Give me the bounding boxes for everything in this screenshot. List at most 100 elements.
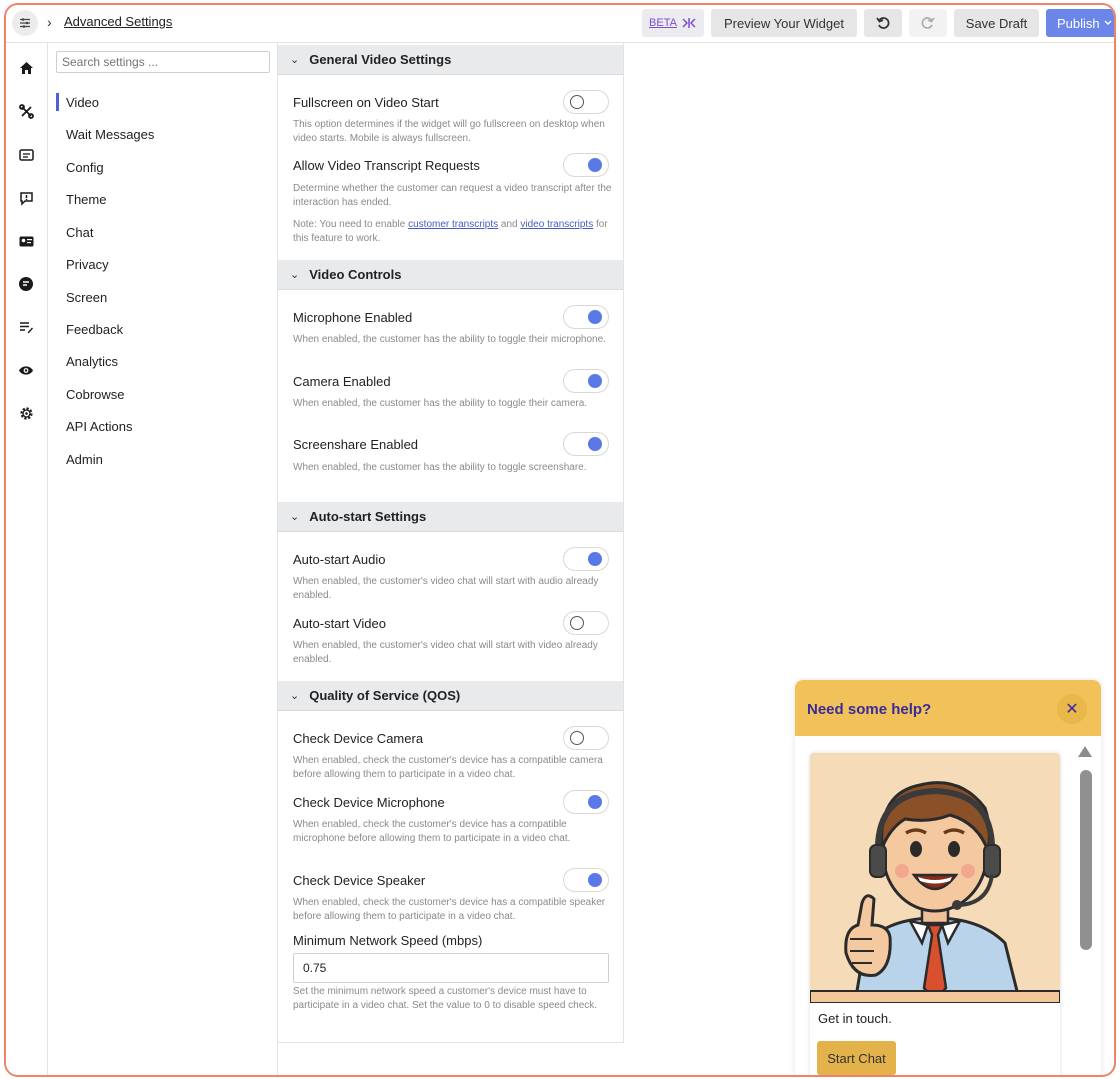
nav-item-wait-messages[interactable]: Wait Messages — [66, 127, 154, 142]
check-microphone-desc: When enabled, check the customer's devic… — [293, 819, 571, 844]
publish-button[interactable]: Publish — [1046, 9, 1114, 37]
beta-label: BETA — [649, 17, 677, 29]
gear-icon[interactable] — [17, 404, 35, 422]
save-draft-button[interactable]: Save Draft — [954, 9, 1039, 37]
check-camera-desc: When enabled, check the customer's devic… — [293, 755, 603, 780]
breadcrumb[interactable]: Advanced Settings — [64, 14, 172, 29]
autostart-audio-label: Auto-start Audio — [293, 552, 386, 567]
undo-button[interactable] — [864, 9, 902, 37]
screenshare-desc: When enabled, the customer has the abili… — [293, 462, 587, 473]
nav-item-api-actions[interactable]: API Actions — [66, 419, 132, 434]
chevron-right-icon: › — [47, 14, 52, 30]
nav-item-config[interactable]: Config — [66, 160, 104, 175]
transcript-toggle[interactable] — [563, 153, 609, 177]
widget-card: Get in touch. Start Chat — [810, 753, 1060, 1075]
nav-item-chat[interactable]: Chat — [66, 225, 93, 240]
autostart-audio-desc: When enabled, the customer's video chat … — [293, 576, 599, 601]
edit-note-icon[interactable] — [17, 318, 35, 336]
eye-icon[interactable] — [17, 361, 35, 379]
search-settings-input[interactable] — [56, 51, 270, 73]
section-general-header[interactable]: ⌄ General Video Settings — [278, 45, 623, 75]
settings-nav: Video Wait Messages Config Theme Chat Pr… — [48, 43, 278, 1075]
video-card-icon[interactable] — [17, 146, 35, 164]
widget-header: Need some help? ✕ — [795, 680, 1101, 736]
section-title: Auto-start Settings — [309, 509, 427, 524]
support-agent-illustration — [810, 753, 1060, 1005]
start-chat-button[interactable]: Start Chat — [817, 1041, 896, 1075]
transcript-note: Note: You need to enable customer transc… — [293, 219, 608, 244]
chat-widget-preview: Need some help? ✕ Get in touch. Start Ch… — [795, 680, 1101, 1075]
screenshare-toggle[interactable] — [563, 432, 609, 456]
nav-item-theme[interactable]: Theme — [66, 192, 106, 207]
integrations-icon[interactable] — [17, 102, 35, 120]
autostart-video-toggle[interactable] — [563, 611, 609, 635]
autostart-audio-toggle[interactable] — [563, 547, 609, 571]
nav-item-feedback[interactable]: Feedback — [66, 322, 123, 337]
min-speed-input[interactable]: 0.75 — [293, 953, 609, 983]
check-speaker-label: Check Device Speaker — [293, 873, 426, 888]
nav-item-video[interactable]: Video — [66, 95, 99, 110]
microphone-label: Microphone Enabled — [293, 310, 413, 325]
chevron-down-icon: ⌄ — [290, 54, 300, 66]
chevron-down-icon: ⌄ — [290, 511, 300, 523]
feedback-alert-icon[interactable] — [17, 189, 35, 207]
app-frame: › Advanced Settings BETA Preview Your Wi… — [4, 3, 1116, 1077]
check-speaker-toggle[interactable] — [563, 868, 609, 892]
microphone-toggle[interactable] — [563, 305, 609, 329]
check-microphone-toggle[interactable] — [563, 790, 609, 814]
nav-item-screen[interactable]: Screen — [66, 290, 107, 305]
chevron-down-icon: ⌄ — [290, 269, 300, 281]
home-icon[interactable] — [17, 59, 35, 77]
chevron-down-icon — [1104, 20, 1112, 25]
autostart-video-label: Auto-start Video — [293, 616, 386, 631]
publish-label: Publish — [1057, 15, 1100, 31]
widget-title: Need some help? — [807, 701, 932, 718]
screenshare-label: Screenshare Enabled — [293, 437, 419, 452]
id-card-icon[interactable] — [17, 232, 35, 250]
min-speed-label: Minimum Network Speed (mbps) — [293, 933, 483, 948]
min-speed-desc: Set the minimum network speed a customer… — [293, 986, 598, 1011]
camera-desc: When enabled, the customer has the abili… — [293, 398, 588, 409]
scroll-up-arrow-icon[interactable] — [1078, 746, 1092, 757]
undo-icon — [876, 17, 890, 29]
check-microphone-label: Check Device Microphone — [293, 795, 445, 810]
check-speaker-desc: When enabled, check the customer's devic… — [293, 897, 606, 922]
beta-button[interactable]: BETA — [642, 9, 704, 37]
close-icon[interactable]: ✕ — [1057, 694, 1087, 724]
icon-rail — [6, 43, 48, 1075]
chevron-down-icon: ⌄ — [290, 690, 300, 702]
sparkle-icon — [682, 18, 696, 28]
transcript-label: Allow Video Transcript Requests — [293, 158, 480, 173]
nav-item-privacy[interactable]: Privacy — [66, 257, 109, 272]
section-title: Quality of Service (QOS) — [309, 688, 461, 703]
section-qos-header[interactable]: ⌄ Quality of Service (QOS) — [278, 681, 623, 711]
camera-toggle[interactable] — [563, 369, 609, 393]
autostart-video-desc: When enabled, the customer's video chat … — [293, 640, 598, 665]
widget-text: Get in touch. — [818, 1011, 892, 1026]
microphone-desc: When enabled, the customer has the abili… — [293, 334, 606, 345]
nav-item-cobrowse[interactable]: Cobrowse — [66, 387, 125, 402]
active-indicator — [56, 93, 59, 111]
redo-button[interactable] — [909, 9, 947, 37]
section-title: Video Controls — [309, 267, 402, 282]
menu-icon[interactable] — [12, 10, 38, 36]
video-transcripts-link[interactable]: video transcripts — [520, 219, 593, 230]
chat-bubble-icon[interactable] — [17, 275, 35, 293]
fullscreen-label: Fullscreen on Video Start — [293, 95, 439, 110]
check-camera-label: Check Device Camera — [293, 731, 424, 746]
nav-item-admin[interactable]: Admin — [66, 452, 103, 467]
top-bar: › Advanced Settings BETA Preview Your Wi… — [6, 5, 1114, 43]
camera-label: Camera Enabled — [293, 374, 391, 389]
preview-widget-button[interactable]: Preview Your Widget — [711, 9, 857, 37]
settings-panel: ⌄ General Video Settings Fullscreen on V… — [278, 43, 624, 1043]
section-autostart-header[interactable]: ⌄ Auto-start Settings — [278, 502, 623, 532]
transcript-desc: Determine whether the customer can reque… — [293, 183, 612, 208]
fullscreen-desc: This option determines if the widget wil… — [293, 119, 605, 144]
fullscreen-toggle[interactable] — [563, 90, 609, 114]
section-controls-header[interactable]: ⌄ Video Controls — [278, 260, 623, 290]
check-camera-toggle[interactable] — [563, 726, 609, 750]
scrollbar-thumb[interactable] — [1080, 770, 1092, 950]
redo-icon — [921, 17, 935, 29]
nav-item-analytics[interactable]: Analytics — [66, 354, 118, 369]
customer-transcripts-link[interactable]: customer transcripts — [408, 219, 498, 230]
